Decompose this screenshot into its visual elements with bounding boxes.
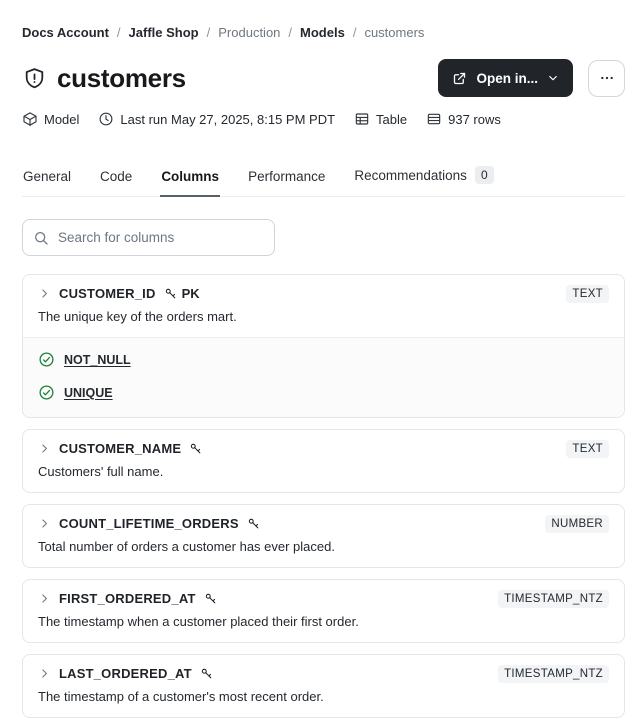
tab-code[interactable]: Code (99, 163, 133, 197)
tab-label: Performance (248, 169, 326, 184)
breadcrumb-item[interactable]: Docs Account (22, 25, 109, 40)
meta-label: Model (44, 111, 80, 127)
tab-label: Code (100, 169, 133, 184)
meta-label: 937 rows (448, 111, 501, 127)
breadcrumb: Docs Account / Jaffle Shop / Production / Mode… (22, 25, 625, 40)
breadcrumb-separator: / (206, 25, 211, 40)
more-actions-button[interactable] (588, 59, 625, 97)
meta-label: Table (376, 111, 408, 127)
column-name: FIRST_ORDERED_AT (59, 591, 196, 606)
clock-icon (98, 111, 114, 127)
primary-key-indicator (204, 592, 222, 606)
key-icon (204, 592, 218, 606)
test-row: UNIQUE (38, 376, 609, 409)
column-name: CUSTOMER_NAME (59, 441, 182, 456)
tab-bar: General Code Columns Performance Recomme… (22, 160, 625, 197)
ellipsis-icon (599, 70, 615, 86)
pk-label: PK (181, 286, 200, 301)
tab-columns[interactable]: Columns (160, 163, 221, 197)
breadcrumb-item[interactable]: Production (218, 25, 280, 40)
column-name: LAST_ORDERED_AT (59, 666, 192, 681)
key-icon (164, 287, 178, 301)
breadcrumb-item[interactable]: Jaffle Shop (129, 25, 199, 40)
column-type-badge: NUMBER (545, 514, 609, 533)
column-type-badge: TEXT (566, 284, 609, 303)
test-link[interactable]: NOT_NULL (64, 353, 131, 367)
column-description: The timestamp when a customer placed the… (38, 614, 359, 629)
columns-list: CUSTOMER_ID PK TEXT The unique key of th… (22, 274, 625, 718)
chevron-right-icon[interactable] (38, 667, 51, 680)
breadcrumb-separator: / (288, 25, 293, 40)
package-icon (22, 111, 38, 127)
column-tests: NOT_NULL UNIQUE (23, 337, 624, 417)
column-type-badge: TEXT (566, 439, 609, 458)
column-card: FIRST_ORDERED_AT TIMESTAMP_NTZ The times… (22, 579, 625, 643)
test-link[interactable]: UNIQUE (64, 386, 113, 400)
test-row: NOT_NULL (38, 343, 609, 376)
page-header: customers Open in... (22, 59, 625, 97)
key-icon (189, 442, 203, 456)
header-actions: Open in... (438, 59, 625, 97)
search-icon (33, 230, 49, 246)
key-icon (200, 667, 214, 681)
open-in-button[interactable]: Open in... (438, 59, 573, 97)
search-box (22, 219, 275, 256)
open-in-label: Open in... (476, 70, 538, 86)
key-icon (247, 517, 261, 531)
primary-key-indicator (200, 667, 218, 681)
column-card: COUNT_LIFETIME_ORDERS NUMBER Total numbe… (22, 504, 625, 568)
chevron-down-icon (547, 72, 559, 84)
chevron-right-icon[interactable] (38, 517, 51, 530)
check-circle-icon (38, 351, 55, 368)
tab-general[interactable]: General (22, 163, 72, 197)
breadcrumb-separator: / (352, 25, 357, 40)
tab-label: Recommendations (354, 167, 467, 183)
shield-alert-icon (22, 66, 47, 91)
meta-item: Model (22, 111, 79, 127)
tab-label: General (23, 169, 72, 184)
breadcrumb-separator: / (116, 25, 121, 40)
tab-recommendations[interactable]: Recommendations 0 (353, 160, 494, 197)
tab-label: Columns (161, 169, 220, 184)
page-title: customers (57, 62, 186, 93)
chevron-right-icon[interactable] (38, 592, 51, 605)
breadcrumb-item[interactable]: Models (300, 25, 345, 40)
primary-key-indicator: PK (164, 286, 200, 301)
meta-item: 937 rows (426, 111, 501, 127)
title-wrap: customers (22, 63, 186, 94)
column-description: The unique key of the orders mart. (38, 309, 237, 324)
column-description: Customers' full name. (38, 464, 164, 479)
tab-performance[interactable]: Performance (247, 163, 326, 197)
meta-item: Last run May 27, 2025, 8:15 PM PDT (98, 111, 335, 127)
column-card: LAST_ORDERED_AT TIMESTAMP_NTZ The timest… (22, 654, 625, 718)
check-circle-icon (38, 384, 55, 401)
model-detail-page: Docs Account / Jaffle Shop / Production / Mode… (0, 0, 643, 718)
external-link-icon (452, 71, 467, 86)
table-icon (354, 111, 370, 127)
column-card: CUSTOMER_NAME TEXT Customers' full name. (22, 429, 625, 493)
column-name: CUSTOMER_ID (59, 286, 156, 301)
rows-icon (426, 111, 442, 127)
primary-key-indicator (247, 517, 265, 531)
primary-key-indicator (189, 442, 207, 456)
column-type-badge: TIMESTAMP_NTZ (498, 664, 609, 683)
column-description: Total number of orders a customer has ev… (38, 539, 335, 554)
column-card: CUSTOMER_ID PK TEXT The unique key of th… (22, 274, 625, 418)
column-description: The timestamp of a customer's most recen… (38, 689, 324, 704)
meta-item: Table (354, 111, 407, 127)
column-type-badge: TIMESTAMP_NTZ (498, 589, 609, 608)
tab-count-badge: 0 (474, 166, 494, 184)
meta-label: Last run May 27, 2025, 8:15 PM PDT (120, 111, 336, 127)
chevron-right-icon[interactable] (38, 287, 51, 300)
search-input[interactable] (22, 219, 275, 256)
breadcrumb-item[interactable]: customers (364, 25, 424, 40)
meta-row: Model Last run May 27, 2025, 8:15 PM PDT… (22, 111, 625, 127)
chevron-right-icon[interactable] (38, 442, 51, 455)
column-name: COUNT_LIFETIME_ORDERS (59, 516, 239, 531)
